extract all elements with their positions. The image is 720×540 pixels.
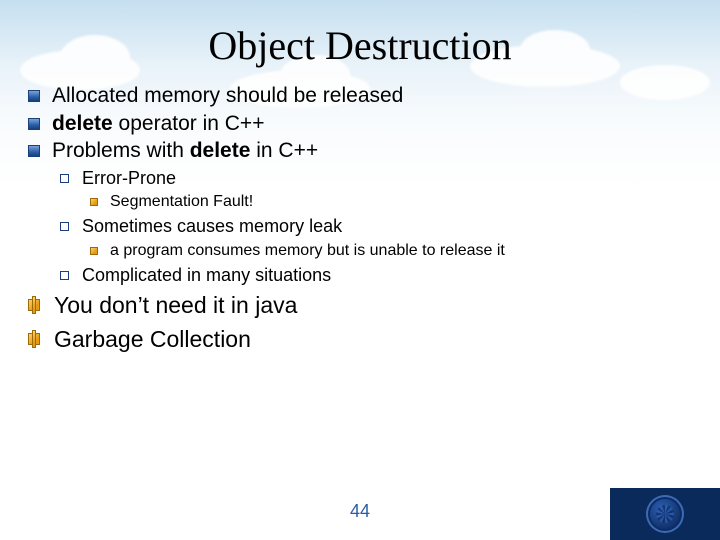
bullet-text: Complicated in many situations bbox=[82, 265, 331, 285]
slide-title: Object Destruction bbox=[0, 0, 720, 69]
bullet-text: Sometimes causes memory leak bbox=[82, 216, 342, 236]
bullet-text: operator in C++ bbox=[113, 112, 265, 135]
slide-body: Allocated memory should be released dele… bbox=[0, 69, 720, 354]
subsubbullet-consumes-memory: a program consumes memory but is unable … bbox=[90, 241, 692, 261]
bullet-text: a program consumes memory but is unable … bbox=[110, 242, 505, 259]
bullet-problems-delete: Problems with delete in C++ bbox=[28, 138, 692, 164]
bullet-garbage-collection: Garbage Collection bbox=[28, 325, 692, 354]
subbullet-memory-leak: Sometimes causes memory leak bbox=[60, 215, 692, 238]
bullet-no-need-java: You don’t need it in java bbox=[28, 291, 692, 320]
subbullet-complicated: Complicated in many situations bbox=[60, 264, 692, 287]
bullet-bold: delete bbox=[52, 112, 113, 135]
slide: Object Destruction Allocated memory shou… bbox=[0, 0, 720, 540]
bullet-text: Segmentation Fault! bbox=[110, 193, 253, 210]
subsubbullet-segfault: Segmentation Fault! bbox=[90, 192, 692, 212]
bullet-text: Problems with bbox=[52, 139, 190, 162]
bullet-text: Allocated memory should be released bbox=[52, 84, 403, 107]
bullet-text: You don’t need it in java bbox=[54, 292, 297, 318]
bullet-delete-operator: delete operator in C++ bbox=[28, 111, 692, 137]
bullet-allocated-memory: Allocated memory should be released bbox=[28, 83, 692, 109]
bullet-text: Error-Prone bbox=[82, 168, 176, 188]
bullet-bold: delete bbox=[190, 139, 251, 162]
page-number: 44 bbox=[0, 501, 720, 522]
bullet-text: Garbage Collection bbox=[54, 326, 251, 352]
bullet-text: in C++ bbox=[250, 139, 318, 162]
subbullet-error-prone: Error-Prone bbox=[60, 167, 692, 190]
